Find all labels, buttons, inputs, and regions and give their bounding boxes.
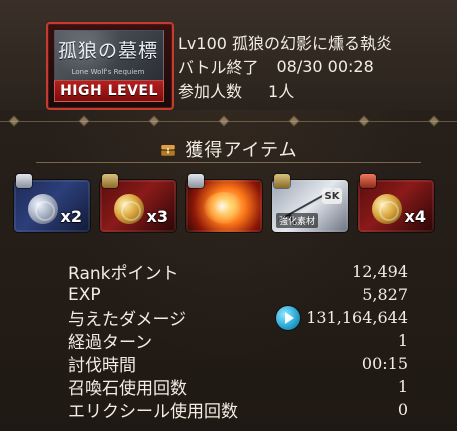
stat-value: 12,494	[352, 262, 408, 281]
stat-value-text: 0	[397, 400, 408, 419]
obtained-items-list: x2 x3 SK 強化素材 x4	[14, 174, 444, 234]
quest-name: Lv100 孤狼の幻影に燻る執炎	[178, 34, 393, 53]
gold-medal-icon	[372, 194, 402, 224]
obtained-items-title: 獲得アイテム	[0, 134, 457, 164]
play-icon[interactable]	[276, 305, 301, 330]
item-tile-2[interactable]: x3	[100, 174, 176, 232]
stat-value: 1	[398, 331, 408, 350]
item-quantity: x3	[146, 207, 168, 226]
battle-status-label: バトル終了	[178, 58, 259, 77]
banner-title: 孤狼の墓標	[57, 40, 158, 62]
divider-dot	[148, 115, 160, 127]
treasure-chest-icon	[160, 144, 177, 157]
stat-row-exp: EXP 5,827	[68, 283, 408, 306]
stat-value-text: 1	[397, 331, 408, 350]
stat-label: EXP	[68, 284, 101, 305]
divider-dot	[218, 115, 230, 127]
divider-dot	[358, 115, 370, 127]
battle-info: Lv100 孤狼の幻影に燻る執炎 バトル終了 08/30 00:28 参加人数 …	[178, 30, 448, 102]
stat-value-text: 12,494	[352, 262, 408, 281]
battle-end-time: 08/30 00:28	[276, 56, 374, 76]
stat-label: Rankポイント	[68, 264, 179, 284]
stat-label: 討伐時間	[68, 356, 136, 376]
divider-dot	[78, 115, 90, 127]
participants-label: 参加人数	[178, 82, 243, 101]
gold-chest-icon	[102, 174, 118, 188]
stat-row-summon-uses: 召喚石使用回数 1	[68, 375, 408, 399]
divider-dot	[288, 115, 300, 127]
stat-label: 経過ターン	[68, 333, 153, 353]
silver-chest-icon	[16, 174, 32, 188]
silver-medal-icon	[28, 194, 58, 224]
item-tile-1[interactable]: x2	[14, 174, 90, 232]
quest-banner: 孤狼の墓標 Lone Wolf's Requiem HIGH LEVEL	[46, 22, 174, 110]
high-level-tag: HIGH LEVEL	[54, 80, 164, 102]
stat-value: 0	[398, 400, 408, 419]
item-tile-5[interactable]: x4	[358, 174, 434, 232]
battle-results: Rankポイント 12,494 EXP 5,827 与えたダメージ 131,16…	[68, 260, 408, 422]
item-quantity: x2	[60, 207, 82, 226]
obtained-items-underline	[36, 162, 421, 163]
enhance-material-label: 強化素材	[276, 213, 319, 228]
item-tile-4[interactable]: SK 強化素材	[272, 174, 348, 232]
divider-dot	[428, 115, 440, 127]
gold-chest-icon	[274, 174, 290, 188]
silver-chest-icon	[188, 174, 204, 188]
quest-name-line: Lv100 孤狼の幻影に燻る執炎	[178, 30, 448, 54]
stat-value: 1	[398, 377, 408, 396]
stat-row-turns: 経過ターン 1	[68, 329, 408, 353]
stat-value-text: 5,827	[362, 285, 408, 304]
stat-label: 召喚石使用回数	[68, 379, 187, 399]
section-divider	[0, 115, 457, 127]
participants-value: 1人	[268, 82, 295, 101]
banner-subtitle: Lone Wolf's Requiem	[71, 68, 145, 76]
battle-end-line: バトル終了 08/30 00:28	[178, 54, 448, 78]
stat-label: エリクシール使用回数	[68, 402, 238, 422]
stat-row-elixir-uses: エリクシール使用回数 0	[68, 398, 408, 422]
stat-row-defeat-time: 討伐時間 00:15	[68, 352, 408, 376]
stat-row-rank-points: Rankポイント 12,494	[68, 260, 408, 284]
sk-badge: SK	[322, 188, 342, 204]
fire-orb-icon	[204, 192, 244, 224]
stat-value-text: 1	[397, 377, 408, 396]
stat-value: 5,827	[362, 285, 408, 304]
gold-medal-icon	[114, 194, 144, 224]
stat-value-text: 00:15	[361, 354, 408, 373]
divider-dot	[8, 115, 20, 127]
stat-value: 00:15	[362, 354, 408, 373]
stat-value-text: 131,164,644	[306, 308, 408, 327]
item-quantity: x4	[404, 207, 426, 226]
red-chest-icon	[360, 174, 376, 188]
stat-value: 131,164,644	[276, 305, 408, 330]
stat-label: 与えたダメージ	[68, 310, 187, 330]
obtained-items-label: 獲得アイテム	[185, 140, 298, 161]
item-tile-3[interactable]	[186, 174, 262, 232]
participants-line: 参加人数 1人	[178, 78, 448, 102]
stat-row-damage: 与えたダメージ 131,164,644	[68, 305, 408, 330]
